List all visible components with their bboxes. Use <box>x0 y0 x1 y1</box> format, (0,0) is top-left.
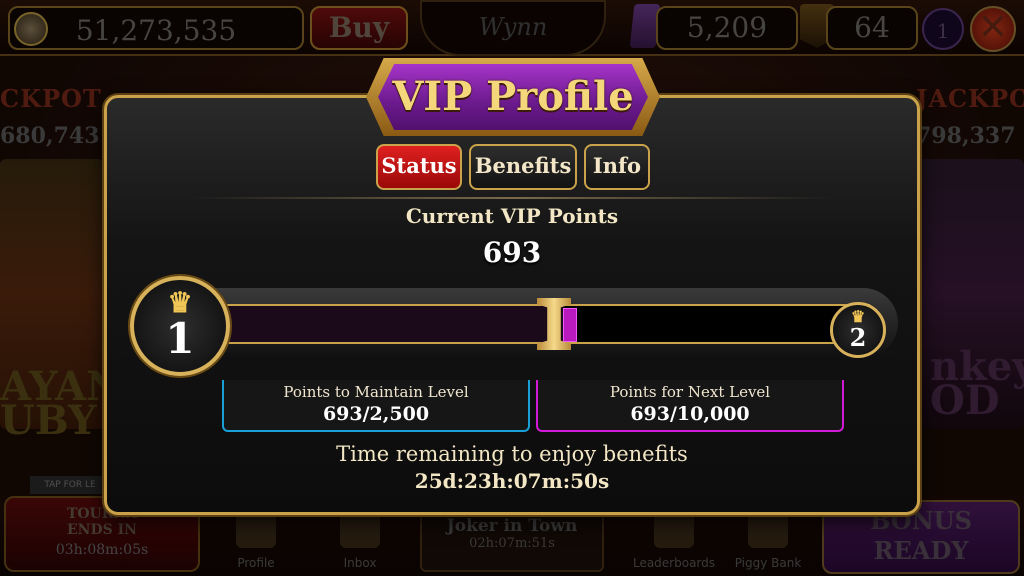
points-to-maintain-label: Points to Maintain Level <box>283 383 469 401</box>
progress-fill <box>220 306 563 342</box>
dialog-title: VIP Profile <box>378 64 648 130</box>
next-level-number: 2 <box>849 323 867 352</box>
progress-marker <box>563 308 577 342</box>
points-for-next-box: Points for Next Level 693/10,000 <box>536 380 844 432</box>
divider <box>190 197 834 199</box>
current-vip-points-label: Current VIP Points <box>405 204 619 228</box>
next-level-badge: ♛ 2 <box>830 302 886 358</box>
time-remaining-value: 25d:23h:07m:50s <box>414 469 610 493</box>
points-for-next-value: 693/10,000 <box>630 403 750 425</box>
current-level-badge: ♛ 1 <box>130 276 230 376</box>
points-to-maintain-value: 693/2,500 <box>322 403 430 425</box>
time-remaining-label: Time remaining to enjoy benefits <box>336 442 688 466</box>
tab-benefits[interactable]: Benefits <box>469 144 577 190</box>
tab-status[interactable]: Status <box>376 144 462 190</box>
points-to-maintain-box: Points to Maintain Level 693/2,500 <box>222 380 530 432</box>
points-for-next-label: Points for Next Level <box>609 383 771 401</box>
tab-info[interactable]: Info <box>584 144 650 190</box>
current-level-number: 1 <box>165 314 195 363</box>
vip-progress-bar <box>220 304 870 344</box>
current-vip-points-value: 693 <box>482 236 542 269</box>
